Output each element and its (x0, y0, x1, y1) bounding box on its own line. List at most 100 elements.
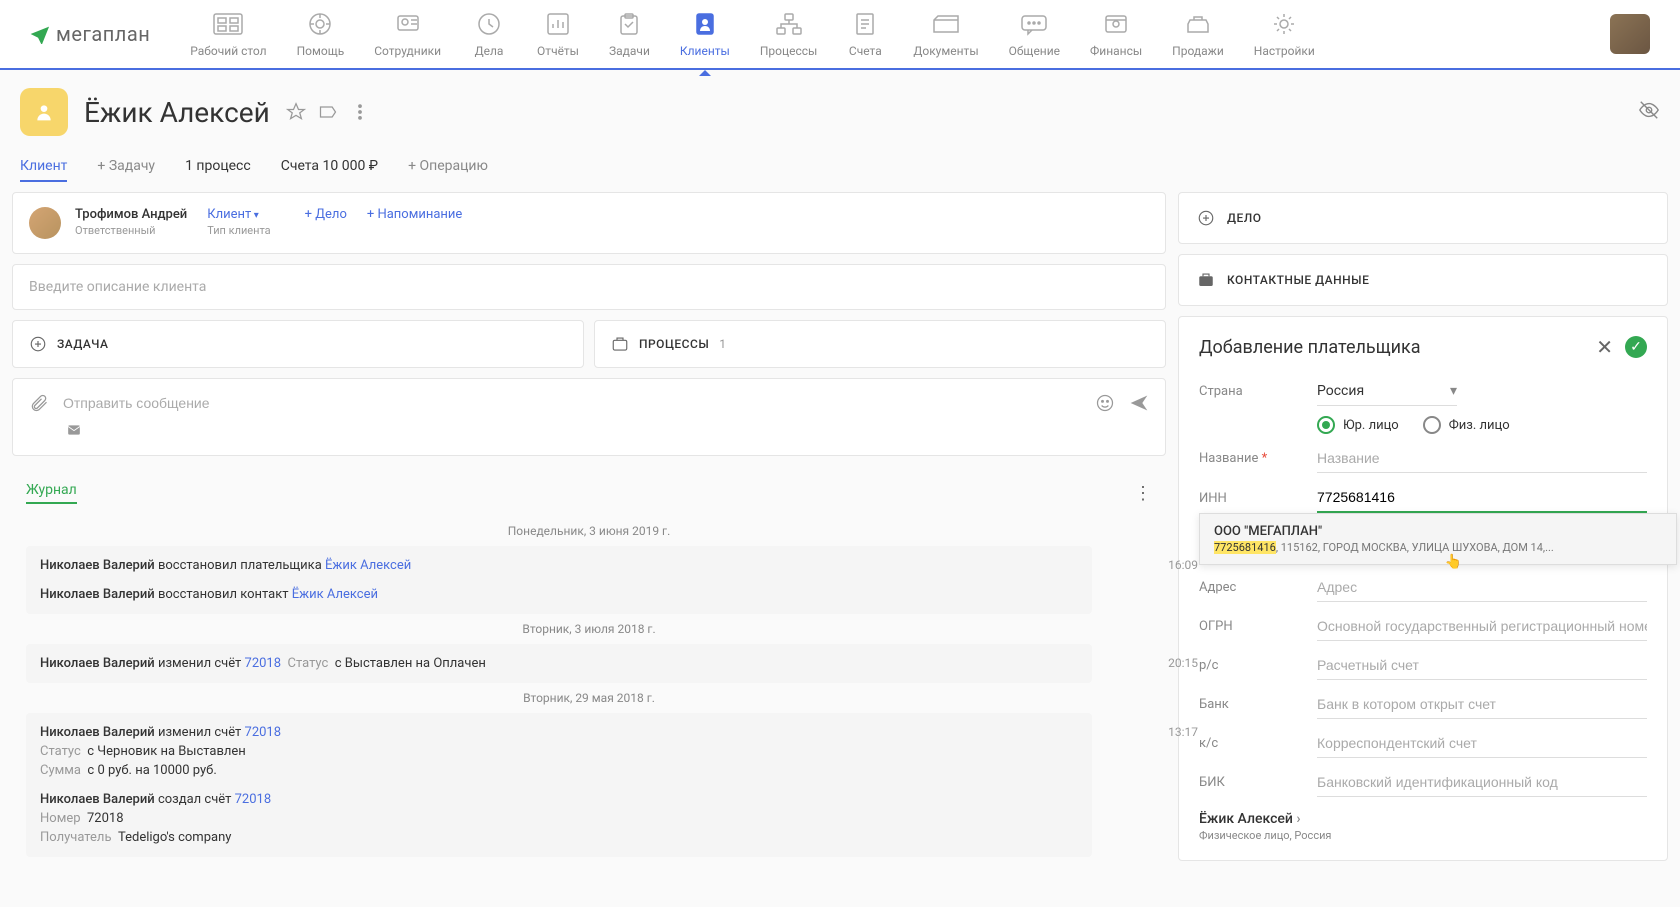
task-card-button[interactable]: ЗАДАЧА (12, 320, 584, 368)
country-label: Страна (1199, 384, 1309, 399)
responsible-card: Трофимов Андрей Ответственный Клиент Тип… (12, 192, 1166, 254)
journal-entry: Николаев Валерий изменил счёт 72018 Стат… (26, 644, 1092, 683)
bank-input[interactable] (1317, 690, 1647, 719)
top-nav: мегаплан Рабочий стол Помощь Сотрудники … (0, 0, 1680, 70)
close-icon[interactable]: ✕ (1596, 335, 1613, 359)
journal-entry: Николаев Валерий изменил счёт 72018 Стат… (26, 713, 1092, 857)
nav-reports[interactable]: Отчёты (537, 10, 579, 58)
nav-help[interactable]: Помощь (297, 10, 345, 58)
bank-label: Банк (1199, 697, 1309, 712)
payer-title: Добавление плательщика (1199, 337, 1421, 358)
country-select[interactable]: Россия ▾ (1317, 377, 1457, 406)
description-placeholder: Введите описание клиента (29, 279, 206, 295)
journal-time: 13:17 (1168, 725, 1198, 739)
nav-invoices[interactable]: Счета (847, 10, 883, 58)
journal-title[interactable]: Журнал (26, 482, 77, 504)
add-reminder-link[interactable]: + Напоминание (367, 207, 462, 222)
radio-legal-entity[interactable]: Юр. лицо (1317, 416, 1399, 434)
client-name: Ёжик Алексей (84, 96, 270, 129)
radio-individual[interactable]: Физ. лицо (1423, 416, 1510, 434)
nav-todos[interactable]: Дела (471, 10, 507, 58)
send-icon[interactable] (1129, 393, 1149, 413)
nav-items: Рабочий стол Помощь Сотрудники Дела Отчё… (190, 10, 1610, 58)
responsible-role: Ответственный (75, 224, 187, 237)
confirm-icon[interactable]: ✓ (1625, 336, 1647, 358)
journal-time: 16:09 (1168, 558, 1198, 572)
responsible-name: Трофимов Андрей (75, 207, 187, 222)
tabs-row: Клиент + Задачу 1 процесс Счета 10 000 ₽… (0, 154, 1680, 192)
ks-label: к/с (1199, 736, 1309, 751)
page-header: Ёжик Алексей (0, 70, 1680, 154)
cursor-icon: 👆 (1445, 554, 1462, 570)
tab-add-task[interactable]: + Задачу (97, 158, 155, 182)
nav-settings[interactable]: Настройки (1254, 10, 1315, 58)
tab-invoices[interactable]: Счета 10 000 ₽ (281, 158, 378, 182)
inn-input[interactable] (1317, 483, 1647, 513)
journal-section: Журнал ⋮ Понедельник, 3 июня 2019 г. Ник… (12, 466, 1166, 901)
name-label: Название * (1199, 451, 1309, 466)
journal-time: 20:15 (1168, 656, 1198, 670)
nav-tasks[interactable]: Задачи (609, 10, 650, 58)
rs-label: р/с (1199, 658, 1309, 673)
nav-desktop[interactable]: Рабочий стол (190, 10, 266, 58)
client-type-sub: Тип клиента (207, 224, 270, 237)
mail-icon[interactable] (65, 423, 83, 437)
name-input[interactable] (1317, 444, 1647, 473)
left-column: Трофимов Андрей Ответственный Клиент Тип… (12, 192, 1166, 901)
bik-input[interactable] (1317, 768, 1647, 797)
right-column: ДЕЛО КОНТАКТНЫЕ ДАННЫЕ Добавление плател… (1178, 192, 1668, 901)
emoji-icon[interactable] (1095, 393, 1115, 413)
payer-form-card: Добавление плательщика ✕ ✓ Страна Россия… (1178, 316, 1668, 861)
panel-contact[interactable]: КОНТАКТНЫЕ ДАННЫЕ (1178, 254, 1668, 306)
logo-text: мегаплан (56, 22, 150, 46)
bik-label: БИК (1199, 775, 1309, 790)
message-card (12, 378, 1166, 456)
tab-client[interactable]: Клиент (20, 158, 67, 182)
nav-finance[interactable]: Финансы (1090, 10, 1142, 58)
briefcase-icon (611, 335, 629, 353)
plus-circle-icon (1197, 209, 1215, 227)
tab-add-operation[interactable]: + Операцию (408, 158, 488, 182)
briefcase-icon (1197, 271, 1215, 289)
responsible-avatar[interactable] (29, 207, 61, 239)
client-type-dropdown[interactable]: Клиент (207, 207, 270, 222)
logo-icon (30, 24, 50, 44)
message-input[interactable] (63, 395, 1081, 411)
inn-label: ИНН (1199, 491, 1309, 506)
addr-label: Адрес (1199, 580, 1309, 595)
autocomplete-dropdown[interactable]: ООО "МЕГАПЛАН" 7725681416, 115162, ГОРОД… (1199, 513, 1677, 565)
payer-footer-sub: Физическое лицо, Россия (1199, 829, 1647, 842)
payer-footer-link[interactable]: Ёжик Алексей (1199, 811, 1647, 827)
nav-documents[interactable]: Документы (913, 10, 978, 58)
journal-date: Понедельник, 3 июня 2019 г. (26, 524, 1152, 538)
add-deal-link[interactable]: + Дело (305, 207, 347, 222)
nav-clients[interactable]: Клиенты (680, 10, 730, 58)
rs-input[interactable] (1317, 651, 1647, 680)
ogrn-input[interactable] (1317, 612, 1647, 641)
addr-input[interactable] (1317, 573, 1647, 602)
panel-deal[interactable]: ДЕЛО (1178, 192, 1668, 244)
journal-date: Вторник, 3 июля 2018 г. (26, 622, 1152, 636)
star-icon[interactable] (286, 102, 306, 122)
visibility-off-icon[interactable] (1638, 99, 1660, 125)
ogrn-label: ОГРН (1199, 619, 1309, 634)
more-vert-icon[interactable] (350, 102, 370, 122)
logo[interactable]: мегаплан (30, 22, 150, 46)
journal-entry: Николаев Валерий восстановил плательщика… (26, 546, 1092, 614)
main-content: Трофимов Андрей Ответственный Клиент Тип… (0, 192, 1680, 901)
description-card[interactable]: Введите описание клиента (12, 264, 1166, 310)
nav-sales[interactable]: Продажи (1172, 10, 1224, 58)
client-avatar (20, 88, 68, 136)
processes-card-button[interactable]: ПРОЦЕССЫ 1 (594, 320, 1166, 368)
journal-date: Вторник, 29 мая 2018 г. (26, 691, 1152, 705)
nav-processes[interactable]: Процессы (760, 10, 818, 58)
plus-circle-icon (29, 335, 47, 353)
tab-processes[interactable]: 1 процесс (185, 158, 251, 182)
user-avatar[interactable] (1610, 14, 1650, 54)
nav-employees[interactable]: Сотрудники (374, 10, 441, 58)
ks-input[interactable] (1317, 729, 1647, 758)
tag-icon[interactable] (318, 102, 338, 122)
attachment-icon[interactable] (29, 393, 49, 413)
journal-more-icon[interactable]: ⋮ (1134, 483, 1152, 504)
nav-chat[interactable]: Общение (1009, 10, 1060, 58)
